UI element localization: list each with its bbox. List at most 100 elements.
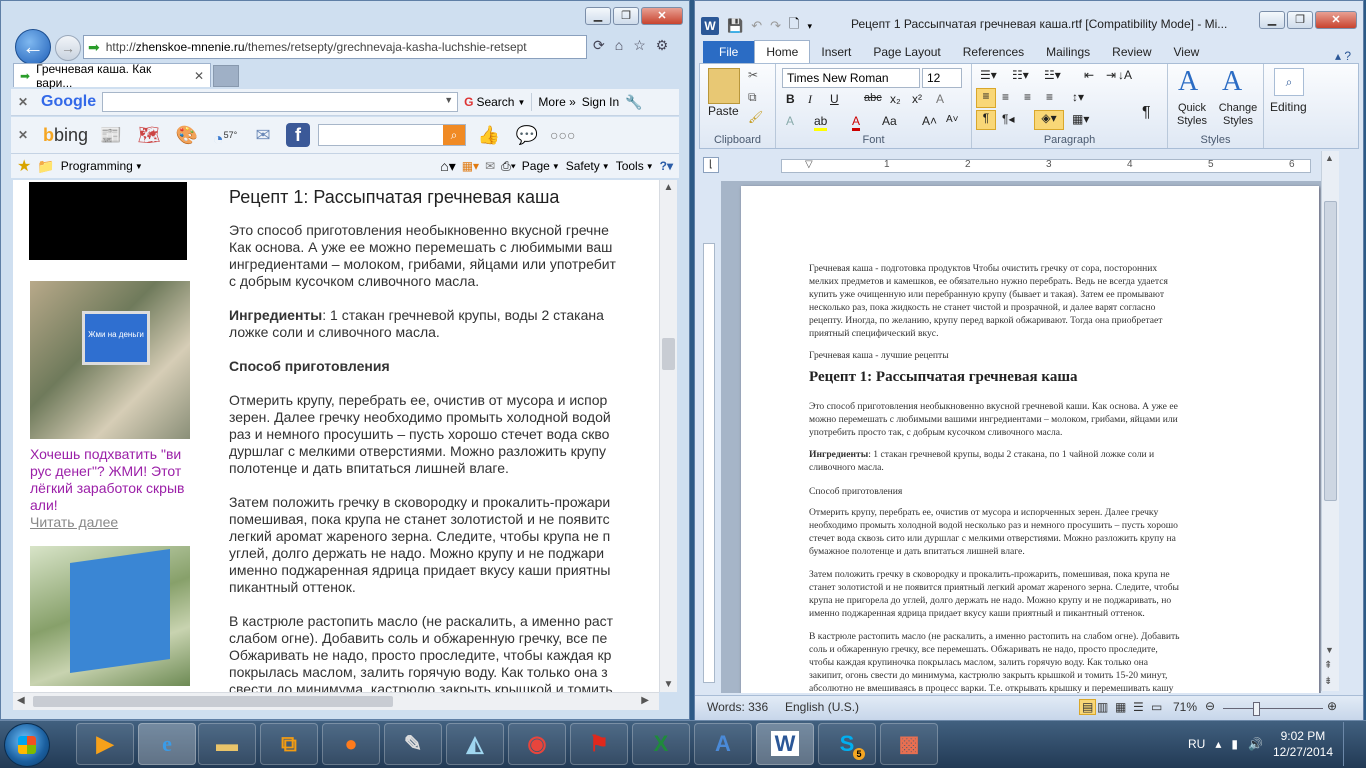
word-vertical-scrollbar[interactable]: ▲ ▼ ⇞ ⇟	[1321, 151, 1339, 691]
scroll-down-icon[interactable]: ▼	[660, 679, 677, 690]
minimize-button[interactable]: ▁	[585, 7, 611, 25]
editing-button[interactable]: Editing	[1270, 100, 1307, 114]
back-button[interactable]: ←	[15, 29, 51, 65]
scroll-thumb[interactable]	[662, 338, 675, 370]
rtl-icon[interactable]: ¶◂	[1002, 112, 1014, 126]
zoom-in-icon[interactable]: ⊕	[1327, 699, 1337, 713]
horizontal-scrollbar[interactable]: ◀ ▶	[13, 692, 659, 710]
bullets-icon[interactable]: ☰▾	[980, 68, 997, 82]
decrease-indent-icon[interactable]: ⇤	[1084, 68, 1094, 82]
redo-icon[interactable]: ↷	[770, 18, 781, 34]
news-icon[interactable]: 📰	[96, 123, 126, 147]
tab-home[interactable]: Home	[754, 40, 811, 63]
ad-link[interactable]: Хочешь подхватить "ви рус денег"? ЖМИ! Э…	[30, 446, 200, 514]
home-icon[interactable]: ⌂	[615, 37, 623, 54]
italic-button[interactable]: I	[808, 92, 812, 107]
ad-image-computer[interactable]: Жми на деньги	[30, 281, 190, 439]
address-bar[interactable]: ➡ http://zhenskoe-mnenie.ru/themes/retse…	[83, 35, 587, 59]
taskbar-word-icon[interactable]: W	[756, 723, 814, 765]
highlight-icon[interactable]: ab	[814, 114, 828, 131]
minimize-button[interactable]: ▁	[1259, 11, 1285, 29]
taskbar-wordpad-icon[interactable]: A	[694, 723, 752, 765]
google-search-input[interactable]	[102, 92, 459, 112]
scroll-left-icon[interactable]: ◀	[17, 695, 25, 706]
ad-placeholder[interactable]	[29, 182, 187, 260]
bold-button[interactable]: B	[786, 92, 795, 106]
help-icon[interactable]: ▴ ?	[1335, 49, 1351, 63]
tab-file[interactable]: File	[703, 41, 755, 63]
indent-marker[interactable]: ▽	[805, 159, 813, 170]
paste-button[interactable]: Paste	[708, 104, 739, 118]
align-right-icon[interactable]: ≡	[1024, 90, 1031, 104]
read-mail-icon[interactable]: ✉	[485, 159, 495, 173]
change-case-icon[interactable]: Aa	[882, 114, 897, 128]
zoom-slider-thumb[interactable]	[1253, 702, 1260, 716]
font-size-select[interactable]: 12	[922, 68, 962, 88]
home-icon[interactable]: ⌂▾	[440, 158, 455, 175]
taskbar-windows-media-icon[interactable]: ▶	[76, 723, 134, 765]
scroll-down-icon[interactable]: ▼	[1325, 645, 1334, 655]
ad-image-money[interactable]	[30, 546, 190, 686]
taskbar-firefox-icon[interactable]: ●	[322, 723, 380, 765]
taskbar-office-shapes-icon[interactable]: ⧉	[260, 723, 318, 765]
chat-icon[interactable]: 💬	[512, 123, 542, 147]
maximize-button[interactable]: ❐	[1287, 11, 1313, 29]
scroll-up-icon[interactable]: ▲	[1325, 153, 1334, 163]
shrink-font-icon[interactable]: A˅	[946, 114, 959, 125]
language-indicator[interactable]: RU	[1188, 737, 1205, 751]
safety-menu[interactable]: Safety ▼	[566, 159, 610, 173]
taskbar-notepad-icon[interactable]: ✎	[384, 723, 442, 765]
align-center-icon[interactable]: ≡	[1002, 90, 1009, 104]
zoom-slider[interactable]	[1223, 708, 1323, 709]
start-button[interactable]	[4, 723, 50, 767]
save-icon[interactable]: 💾	[727, 18, 743, 34]
maps-icon[interactable]: 🗺	[134, 123, 164, 147]
favorites-folder[interactable]: Programming ▼	[61, 159, 143, 173]
clear-format-icon[interactable]: A	[936, 92, 944, 106]
draft-icon[interactable]: ▭	[1151, 700, 1162, 714]
cut-icon[interactable]: ✂	[748, 68, 758, 82]
feeds-icon[interactable]: ▦▾	[462, 159, 479, 173]
clipboard-icon[interactable]	[708, 68, 740, 104]
shading-button[interactable]: ◈▾	[1034, 110, 1064, 130]
full-screen-icon[interactable]: ▥	[1097, 700, 1108, 714]
prev-page-icon[interactable]: ⇞	[1324, 660, 1332, 671]
bing-search-input[interactable]: ⌕	[318, 124, 467, 146]
taskbar-skype-icon[interactable]: S5	[818, 723, 876, 765]
tab-insert[interactable]: Insert	[810, 41, 862, 63]
close-button[interactable]: ✕	[641, 7, 683, 25]
word-count[interactable]: Words: 336	[707, 700, 768, 714]
taskbar-internet-explorer-icon[interactable]: e	[138, 723, 196, 765]
tab-review[interactable]: Review	[1101, 41, 1162, 63]
tools-menu[interactable]: Tools ▼	[616, 159, 654, 173]
multilevel-icon[interactable]: ☳▾	[1044, 68, 1061, 82]
outline-icon[interactable]: ☰	[1133, 700, 1144, 714]
scroll-thumb[interactable]	[33, 696, 393, 707]
superscript-button[interactable]: x²	[912, 92, 922, 106]
tab-mailings[interactable]: Mailings	[1035, 41, 1101, 63]
font-name-select[interactable]: Times New Roman	[782, 68, 920, 88]
format-painter-icon[interactable]: 🖌	[748, 110, 763, 124]
weather-icon[interactable]: ◔57°	[210, 123, 240, 149]
tab-view[interactable]: View	[1163, 41, 1211, 63]
zoom-level[interactable]: 71%	[1173, 700, 1197, 714]
quick-styles-button[interactable]: Quick Styles	[1170, 102, 1214, 128]
taskbar-paint-icon[interactable]: ▩	[880, 723, 938, 765]
gear-icon[interactable]: ⚙	[656, 37, 669, 54]
borders-icon[interactable]: ▦▾	[1072, 112, 1089, 126]
ruler-bar[interactable]	[703, 243, 715, 683]
taskbar-excel-icon[interactable]: X	[632, 723, 690, 765]
text-effects-icon[interactable]: A	[786, 114, 794, 128]
wrench-icon[interactable]: 🔧	[625, 94, 642, 111]
word-logo-icon[interactable]: W	[701, 17, 719, 35]
scroll-up-icon[interactable]: ▲	[660, 182, 677, 193]
print-icon[interactable]: ⎙▾	[501, 159, 516, 174]
like-icon[interactable]: 👍	[474, 123, 504, 147]
taskbar-chrome-icon[interactable]: ◉	[508, 723, 566, 765]
font-color-icon[interactable]: A	[852, 114, 861, 131]
refresh-icon[interactable]: ⟳	[593, 37, 605, 54]
language-status[interactable]: English (U.S.)	[785, 700, 859, 714]
favorites-star-icon[interactable]: ☆	[633, 37, 646, 54]
read-more-link[interactable]: Читать далее	[30, 514, 118, 530]
tray-arrow-icon[interactable]: ▴	[1215, 737, 1221, 751]
